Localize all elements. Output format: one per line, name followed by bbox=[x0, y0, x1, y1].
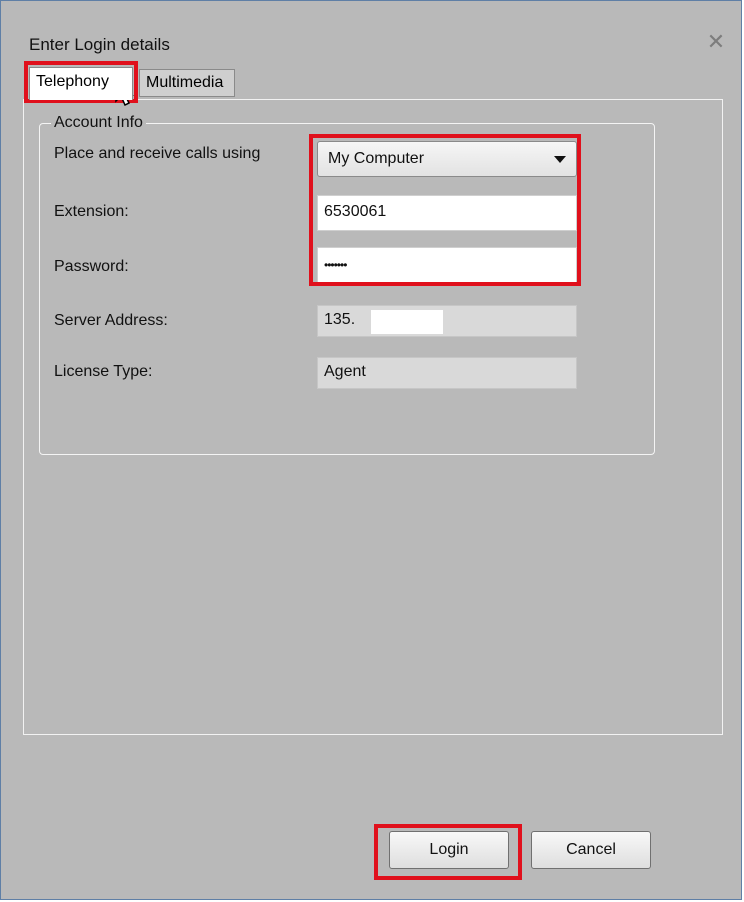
cancel-button[interactable]: Cancel bbox=[531, 831, 651, 869]
close-icon[interactable]: ✕ bbox=[703, 29, 729, 55]
login-dialog: Enter Login details ✕ Telephony Multimed… bbox=[0, 0, 742, 900]
license-type-field: Agent bbox=[317, 357, 577, 389]
tab-multimedia[interactable]: Multimedia bbox=[139, 69, 235, 97]
server-address-label: Server Address: bbox=[54, 312, 168, 329]
place-calls-label: Place and receive calls using bbox=[54, 145, 261, 162]
server-address-field: 135. bbox=[317, 305, 577, 337]
password-label: Password: bbox=[54, 258, 129, 275]
place-calls-value: My Computer bbox=[328, 150, 425, 167]
place-calls-select[interactable]: My Computer bbox=[317, 141, 577, 177]
redacted-area bbox=[371, 310, 443, 334]
extension-field[interactable]: 6530061 bbox=[317, 195, 577, 231]
extension-label: Extension: bbox=[54, 203, 129, 220]
license-type-label: License Type: bbox=[54, 363, 153, 380]
chevron-down-icon bbox=[554, 156, 566, 163]
account-info-label: Account Info bbox=[51, 114, 146, 132]
dialog-title: Enter Login details bbox=[29, 35, 170, 54]
tab-telephony[interactable]: Telephony bbox=[29, 67, 133, 100]
login-button[interactable]: Login bbox=[389, 831, 509, 869]
password-field[interactable]: ••••••• bbox=[317, 247, 577, 283]
